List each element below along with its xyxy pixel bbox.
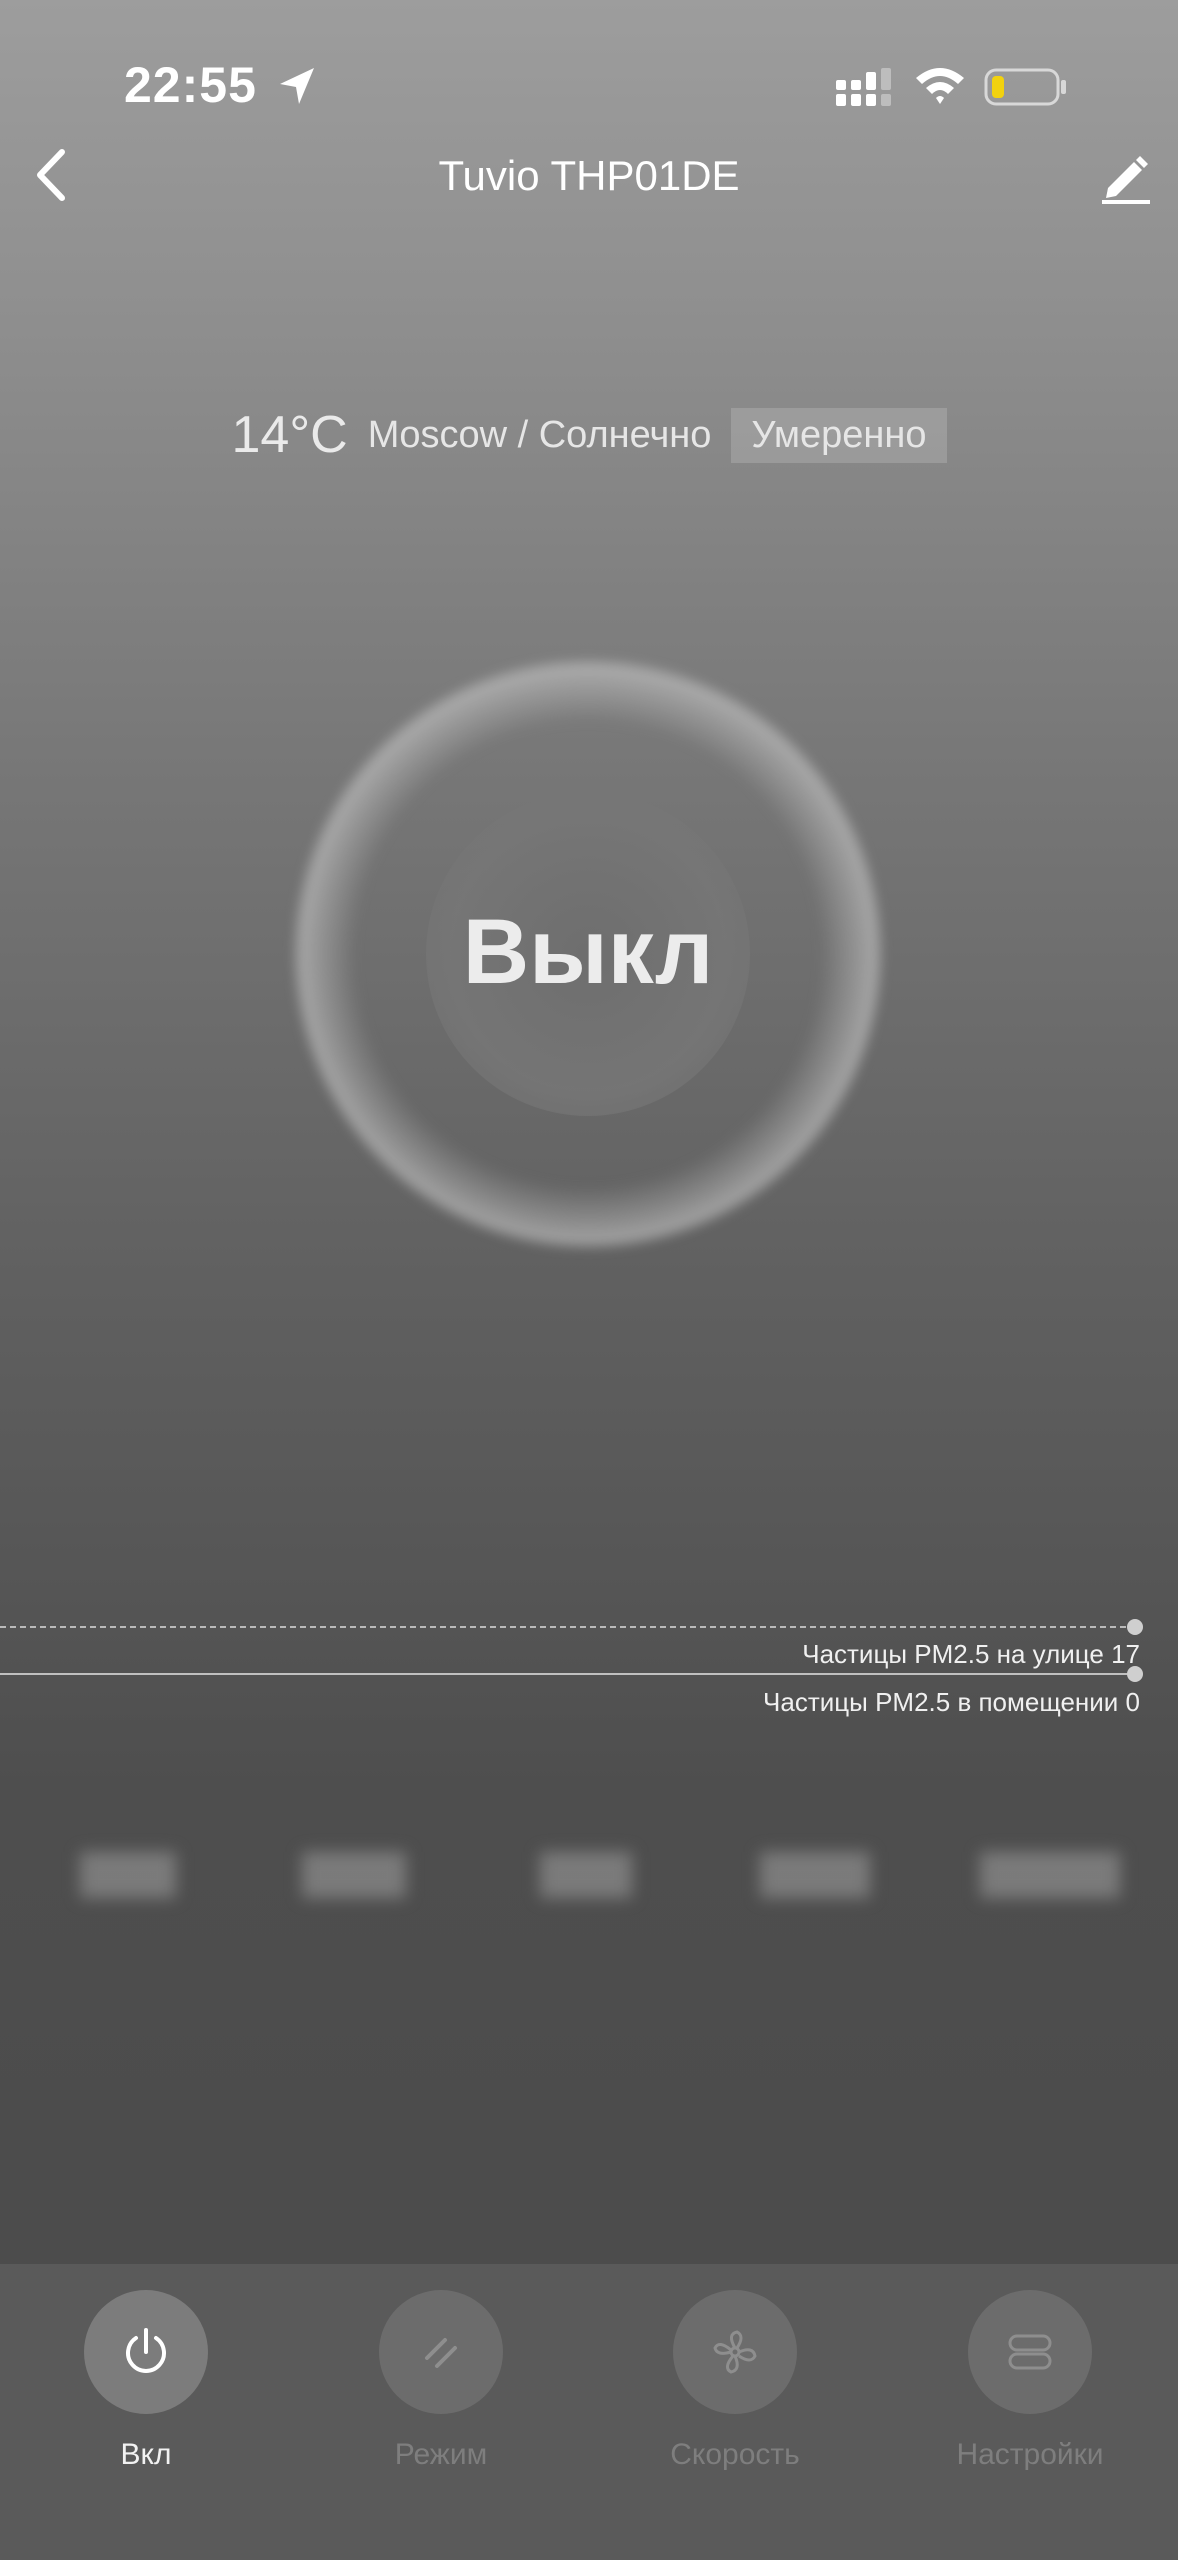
blurred-placeholder [80,1852,176,1898]
tab-power-label: Вкл [120,2438,172,2471]
power-icon [126,2328,166,2373]
location-arrow-icon [280,68,314,104]
tab-power-circle [84,2290,208,2414]
status-bar: 22:55 [0,0,1178,150]
blurred-placeholder [760,1852,870,1898]
mode-slashes-icon [425,2338,457,2368]
tab-settings-circle [968,2290,1092,2414]
fan-icon [713,2330,757,2374]
tab-speed-circle [673,2290,797,2414]
pm25-outdoor-label: Частицы PM2.5 на улице 17 [802,1639,1140,1669]
tab-mode-circle [379,2290,503,2414]
pm25-indoor-line [0,1673,1136,1675]
blurred-placeholder [980,1852,1120,1898]
air-quality-badge: Умеренно [731,407,947,463]
weather-row: 14°C Moscow / Солнечно Умеренно [0,400,1178,470]
tab-settings[interactable]: Настройки [920,2290,1140,2510]
cellular-signal-icon [836,68,891,106]
tab-mode-label: Режим [394,2438,488,2471]
blurred-placeholder [302,1852,406,1898]
tab-power[interactable]: Вкл [36,2290,256,2510]
weather-location-condition: Moscow / Солнечно [367,413,712,456]
pm25-indoor-label: Частицы PM2.5 в помещении 0 [763,1687,1140,1717]
tab-settings-label: Настройки [956,2438,1104,2471]
pm25-outdoor-line [0,1626,1136,1628]
blurred-placeholder [540,1852,632,1898]
page-title: Tuvio THP01DE [438,152,740,199]
pm25-indoor-marker [1127,1666,1143,1682]
wifi-icon [916,68,964,104]
weather-temperature: 14°C [231,406,348,464]
pencil-icon[interactable] [1098,148,1154,204]
power-state-ring[interactable]: Выкл [286,652,890,1256]
power-state-label: Выкл [462,901,714,1003]
tab-speed-label: Скорость [670,2438,800,2471]
battery-low-icon [984,68,1066,106]
tab-mode[interactable]: Режим [331,2290,551,2510]
pm25-outdoor-marker [1127,1619,1143,1635]
tab-speed[interactable]: Скорость [625,2290,845,2510]
bottom-tab-bar: Вкл Режим Скорость Настройки [0,2264,1178,2560]
settings-toggles-icon [1008,2334,1052,2370]
blurred-placeholder-row [0,1852,1178,1898]
status-time: 22:55 [124,57,257,113]
